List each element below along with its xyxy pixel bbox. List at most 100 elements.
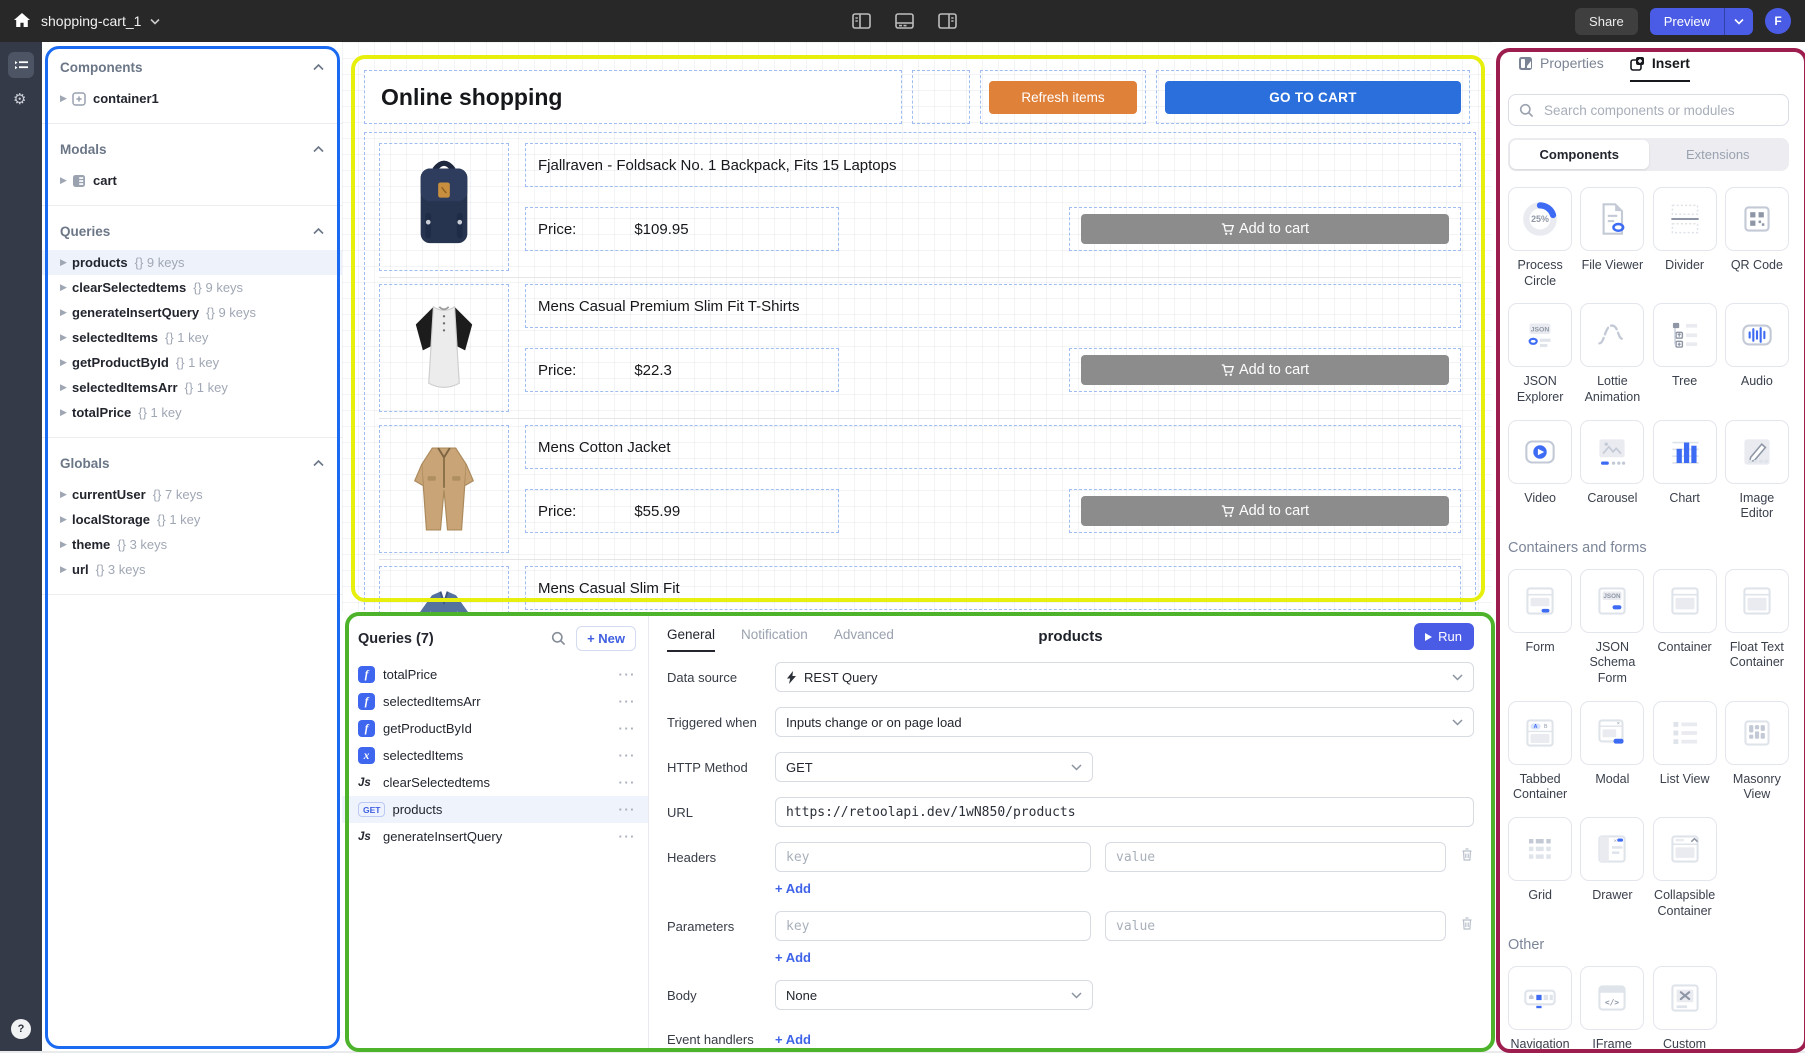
- component-tree[interactable]: Tree: [1653, 303, 1717, 390]
- video-icon[interactable]: [1508, 420, 1572, 484]
- divider-icon[interactable]: [1653, 187, 1717, 251]
- chart-icon[interactable]: [1653, 420, 1717, 484]
- tree-item-container1[interactable]: ▶container1: [42, 86, 342, 111]
- component-json-schema-form[interactable]: JSONJSON Schema Form: [1580, 569, 1644, 687]
- tab-insert[interactable]: Insert: [1630, 55, 1690, 82]
- home-icon[interactable]: [12, 11, 32, 31]
- iframe-icon[interactable]: </>: [1580, 966, 1644, 1030]
- collapsible-container-icon[interactable]: [1653, 817, 1717, 881]
- modal-icon[interactable]: ×: [1580, 701, 1644, 765]
- disclosure-arrow-icon[interactable]: ▶: [60, 564, 72, 575]
- disclosure-arrow-icon[interactable]: ▶: [60, 539, 72, 550]
- editor-tab-general[interactable]: General: [667, 627, 715, 652]
- trash-icon[interactable]: [1460, 847, 1474, 867]
- component-form[interactable]: Form: [1508, 569, 1572, 656]
- container-icon[interactable]: [1653, 569, 1717, 633]
- component-tabbed-container[interactable]: ABTabbed Container: [1508, 701, 1572, 803]
- list-view-icon[interactable]: [1653, 701, 1717, 765]
- component-search-input[interactable]: [1542, 102, 1778, 119]
- masonry-view-icon[interactable]: [1725, 701, 1789, 765]
- chevron-up-icon[interactable]: [313, 140, 324, 158]
- query-item-products[interactable]: GETproducts···: [342, 796, 648, 823]
- tree-item-selectedItemsArr[interactable]: ▶selectedItemsArr{} 1 key: [42, 375, 342, 400]
- component-carousel[interactable]: Carousel: [1580, 420, 1644, 507]
- custom-component-icon[interactable]: [1653, 966, 1717, 1030]
- component-chart[interactable]: Chart: [1653, 420, 1717, 507]
- preview-button[interactable]: Preview: [1650, 8, 1753, 35]
- query-options-icon[interactable]: ···: [619, 721, 637, 736]
- disclosure-arrow-icon[interactable]: ▶: [60, 257, 72, 268]
- component-container[interactable]: Container: [1653, 569, 1717, 656]
- component-modal[interactable]: ×Modal: [1580, 701, 1644, 788]
- form-icon[interactable]: [1508, 569, 1572, 633]
- component-list-view[interactable]: List View: [1653, 701, 1717, 788]
- segment-extensions[interactable]: Extensions: [1649, 140, 1788, 169]
- tree-item-generateInsertQuery[interactable]: ▶generateInsertQuery{} 9 keys: [42, 300, 342, 325]
- share-button[interactable]: Share: [1575, 8, 1638, 35]
- tree-item-products[interactable]: ▶products{} 9 keys: [42, 250, 342, 275]
- tree-item-localStorage[interactable]: ▶localStorage{} 1 key: [42, 507, 342, 532]
- tree-item-cart[interactable]: ▶cart: [42, 168, 342, 193]
- file-viewer-icon[interactable]: [1580, 187, 1644, 251]
- headers-add-link[interactable]: + Add: [775, 881, 1474, 896]
- component-lottie-animation[interactable]: Lottie Animation: [1580, 303, 1644, 405]
- avatar[interactable]: F: [1765, 8, 1791, 34]
- component-search[interactable]: [1508, 94, 1789, 126]
- help-icon[interactable]: ?: [11, 1019, 31, 1039]
- tree-item-theme[interactable]: ▶theme{} 3 keys: [42, 532, 342, 557]
- tree-item-getProductById[interactable]: ▶getProductById{} 1 key: [42, 350, 342, 375]
- tree-item-currentUser[interactable]: ▶currentUser{} 7 keys: [42, 482, 342, 507]
- tab-properties[interactable]: Properties: [1518, 55, 1604, 82]
- tree-item-selectedItems[interactable]: ▶selectedItems{} 1 key: [42, 325, 342, 350]
- component-drawer[interactable]: ×Drawer: [1580, 817, 1644, 904]
- component-grid[interactable]: Grid: [1508, 817, 1572, 904]
- add-to-cart-button[interactable]: Add to cart: [1081, 214, 1449, 244]
- toggle-right-panel-icon[interactable]: [938, 12, 957, 30]
- query-item-clearSelectedtems[interactable]: JsclearSelectedtems···: [342, 769, 648, 796]
- http-method-select[interactable]: GET: [775, 752, 1093, 782]
- query-options-icon[interactable]: ···: [619, 694, 637, 709]
- navigation-icon[interactable]: [1508, 966, 1572, 1030]
- tabbed-container-icon[interactable]: AB: [1508, 701, 1572, 765]
- triggered-when-select[interactable]: Inputs change or on page load: [775, 707, 1474, 737]
- query-item-generateInsertQuery[interactable]: JsgenerateInsertQuery···: [342, 823, 648, 850]
- component-audio[interactable]: Audio: [1725, 303, 1789, 390]
- app-title[interactable]: shopping-cart_1: [41, 13, 141, 29]
- body-select[interactable]: None: [775, 980, 1093, 1010]
- query-item-getProductById[interactable]: fgetProductById···: [342, 715, 648, 742]
- editor-tab-notification[interactable]: Notification: [741, 627, 808, 652]
- data-source-select[interactable]: REST Query: [775, 662, 1474, 692]
- chevron-up-icon[interactable]: [313, 58, 324, 76]
- image-editor-icon[interactable]: [1725, 420, 1789, 484]
- chevron-down-icon[interactable]: [150, 18, 160, 25]
- audio-icon[interactable]: [1725, 303, 1789, 367]
- toggle-bottom-panel-icon[interactable]: [895, 12, 914, 30]
- trash-icon[interactable]: [1460, 916, 1474, 936]
- segment-components[interactable]: Components: [1510, 140, 1649, 169]
- parameter-key-input[interactable]: [775, 911, 1091, 941]
- disclosure-arrow-icon[interactable]: ▶: [60, 307, 72, 318]
- component-custom-component[interactable]: Custom Component: [1652, 966, 1717, 1051]
- disclosure-arrow-icon[interactable]: ▶: [60, 93, 72, 104]
- component-tree-icon[interactable]: [8, 52, 34, 78]
- event-handlers-add-link[interactable]: + Add: [775, 1032, 811, 1047]
- component-qr-code[interactable]: QR Code: [1725, 187, 1789, 274]
- toggle-left-panel-icon[interactable]: [852, 12, 871, 30]
- app-heading[interactable]: Online shopping: [364, 70, 902, 124]
- preview-chevron-icon[interactable]: [1724, 8, 1753, 35]
- header-key-input[interactable]: [775, 842, 1091, 872]
- json-schema-form-icon[interactable]: JSON: [1580, 569, 1644, 633]
- query-options-icon[interactable]: ···: [619, 829, 637, 844]
- component-video[interactable]: Video: [1508, 420, 1572, 507]
- lottie-animation-icon[interactable]: [1580, 303, 1644, 367]
- url-input[interactable]: [775, 797, 1474, 827]
- component-collapsible-container[interactable]: Collapsible Container: [1653, 817, 1717, 919]
- grid-icon[interactable]: [1508, 817, 1572, 881]
- parameter-value-input[interactable]: [1105, 911, 1446, 941]
- tree-icon[interactable]: [1653, 303, 1717, 367]
- carousel-icon[interactable]: [1580, 420, 1644, 484]
- disclosure-arrow-icon[interactable]: ▶: [60, 514, 72, 525]
- component-divider[interactable]: Divider: [1653, 187, 1717, 274]
- qr-code-icon[interactable]: [1725, 187, 1789, 251]
- disclosure-arrow-icon[interactable]: ▶: [60, 407, 72, 418]
